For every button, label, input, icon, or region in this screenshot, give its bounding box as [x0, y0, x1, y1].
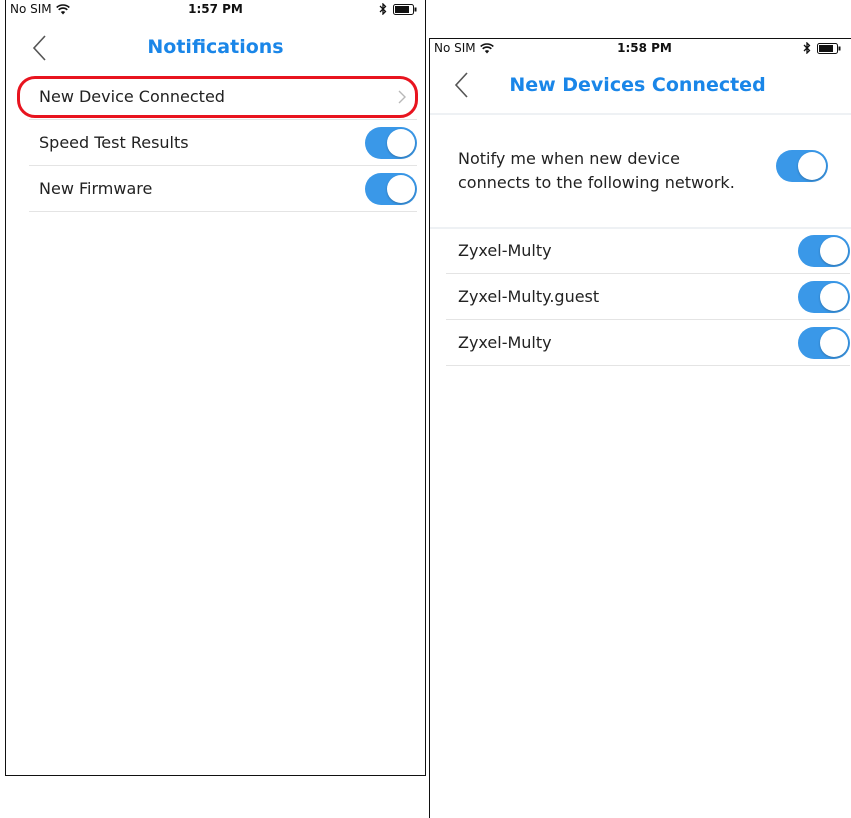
bluetooth-icon	[803, 42, 811, 54]
status-bar: No SIM 1:57 PM	[6, 0, 425, 20]
toggle-knob	[387, 128, 415, 157]
status-bar: No SIM 1:58 PM	[430, 39, 851, 59]
network-label: Zyxel-Multy	[458, 333, 552, 352]
list-item-label: New Firmware	[39, 179, 153, 198]
page-title: New Devices Connected	[509, 74, 766, 96]
divider	[430, 113, 851, 115]
nav-bar: Notifications	[6, 24, 425, 72]
nav-bar: New Devices Connected	[430, 63, 851, 111]
bluetooth-icon	[379, 3, 387, 15]
toggle-knob	[387, 174, 415, 203]
notify-toggle[interactable]	[776, 150, 828, 182]
status-right	[379, 3, 417, 15]
status-time: 1:57 PM	[188, 2, 243, 16]
speed-test-toggle[interactable]	[365, 126, 417, 159]
network-toggle[interactable]	[798, 234, 850, 267]
network-toggle[interactable]	[798, 280, 850, 313]
list-item-speed-test-results[interactable]: Speed Test Results	[29, 120, 417, 166]
list-item-label: New Device Connected	[39, 87, 225, 106]
toggle-knob	[820, 328, 848, 357]
status-time: 1:58 PM	[617, 41, 672, 55]
chevron-right-icon	[398, 90, 406, 103]
list-item-new-firmware[interactable]: New Firmware	[29, 166, 417, 212]
network-label: Zyxel-Multy.guest	[458, 287, 600, 306]
network-label: Zyxel-Multy	[458, 241, 552, 260]
network-row-zyxel-multy[interactable]: Zyxel-Multy	[446, 228, 850, 274]
page-title: Notifications	[147, 36, 284, 58]
new-devices-connected-screen: No SIM 1:58 PM New Devices Connected Not…	[429, 38, 851, 818]
network-row-zyxel-multy-guest[interactable]: Zyxel-Multy.guest	[446, 274, 850, 320]
battery-icon	[393, 3, 417, 15]
toggle-knob	[820, 236, 848, 265]
toggle-knob	[798, 152, 826, 180]
new-firmware-toggle[interactable]	[365, 172, 417, 205]
network-row-zyxel-multy[interactable]: Zyxel-Multy	[446, 320, 850, 366]
list-item-new-device-connected[interactable]: New Device Connected	[29, 74, 417, 120]
notifications-screen: No SIM 1:57 PM Notifications New Device …	[5, 0, 426, 776]
list-item-label: Speed Test Results	[39, 133, 189, 152]
status-right	[803, 42, 841, 54]
network-toggle[interactable]	[798, 326, 850, 359]
toggle-knob	[820, 282, 848, 311]
battery-icon	[817, 42, 841, 54]
